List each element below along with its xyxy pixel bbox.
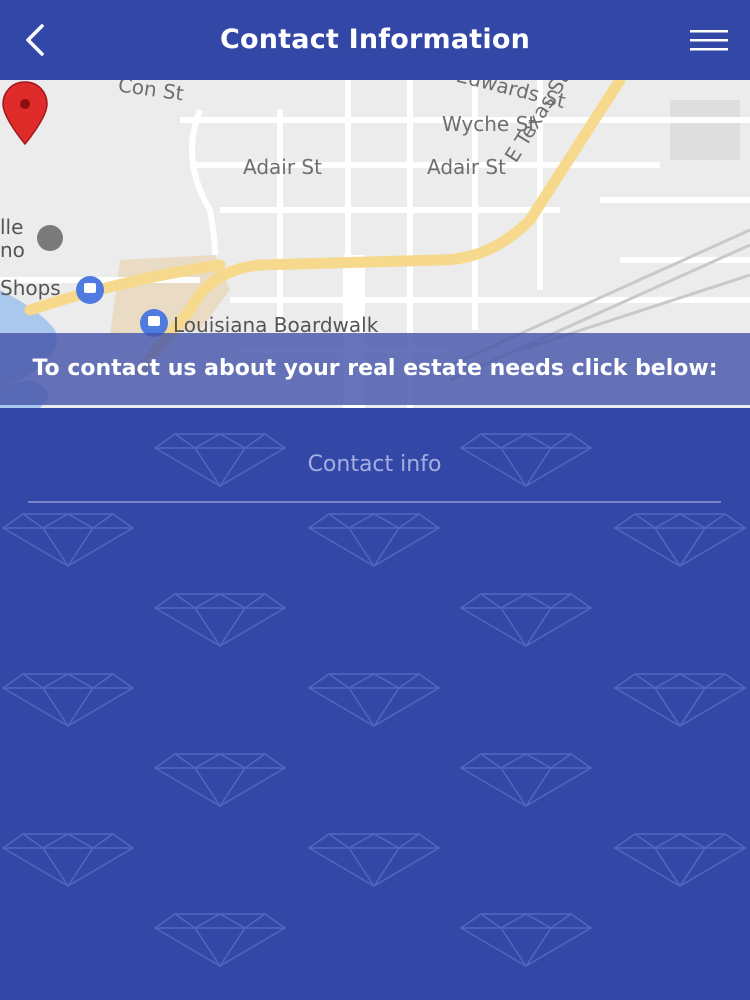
map-label-casino: no bbox=[0, 238, 25, 262]
divider bbox=[28, 501, 721, 503]
map-label-adair-st-left: Adair St bbox=[243, 155, 322, 179]
hamburger-menu-icon bbox=[690, 30, 728, 51]
diamond-icon bbox=[153, 593, 287, 648]
diamond-icon bbox=[459, 913, 593, 968]
page-title: Contact Information bbox=[220, 24, 530, 55]
diamond-icon bbox=[307, 833, 441, 888]
diamond-icon bbox=[153, 913, 287, 968]
diamond-icon bbox=[613, 673, 747, 728]
contact-banner: To contact us about your real estate nee… bbox=[0, 333, 750, 405]
diamond-icon bbox=[613, 513, 747, 568]
diamond-icon bbox=[459, 753, 593, 808]
diamond-icon bbox=[1, 833, 135, 888]
diamond-icon bbox=[459, 593, 593, 648]
map-label-ville: lle bbox=[0, 215, 24, 239]
diamond-icon bbox=[307, 513, 441, 568]
diamond-icon bbox=[1, 513, 135, 568]
diamond-icon bbox=[153, 753, 287, 808]
banner-text: To contact us about your real estate nee… bbox=[32, 356, 718, 381]
app-screen: Contact Information Con St Edwards St Wy… bbox=[0, 0, 750, 1000]
diamond-icon bbox=[613, 833, 747, 888]
contact-info-button[interactable]: Contact info bbox=[28, 430, 721, 500]
menu-button[interactable] bbox=[688, 22, 732, 58]
diamond-icon bbox=[1, 673, 135, 728]
map-pin-icon[interactable] bbox=[0, 80, 50, 148]
map-label-adair-st-right: Adair St bbox=[427, 155, 506, 179]
diamond-icon bbox=[307, 673, 441, 728]
app-header: Contact Information bbox=[0, 0, 750, 80]
map-label-shops: Shops bbox=[0, 276, 61, 300]
